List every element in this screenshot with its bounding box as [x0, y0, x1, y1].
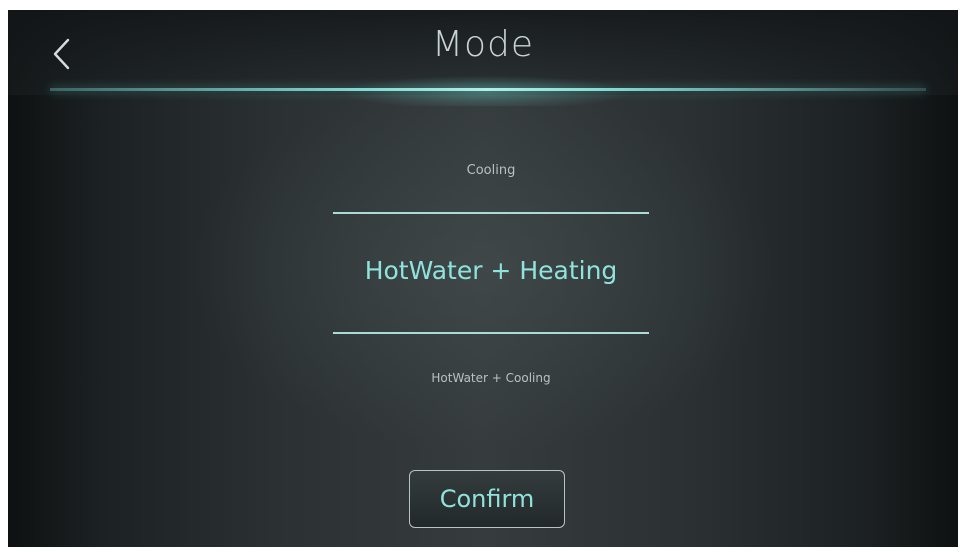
mode-screen: Mode Cooling HotWater + Heating HotWater… [8, 10, 958, 547]
page-title: Mode [431, 24, 535, 65]
mode-option-hotwater-cooling[interactable]: HotWater + Cooling [333, 371, 649, 385]
mode-option-cooling[interactable]: Cooling [333, 163, 649, 178]
confirm-button[interactable]: Confirm [409, 470, 565, 528]
mode-picker[interactable]: Cooling HotWater + Heating HotWater + Co… [333, 140, 649, 410]
title-divider [50, 88, 926, 91]
mode-option-selected[interactable]: HotWater + Heating [333, 256, 649, 285]
selection-line-top [333, 212, 649, 214]
selection-line-bottom [333, 332, 649, 334]
